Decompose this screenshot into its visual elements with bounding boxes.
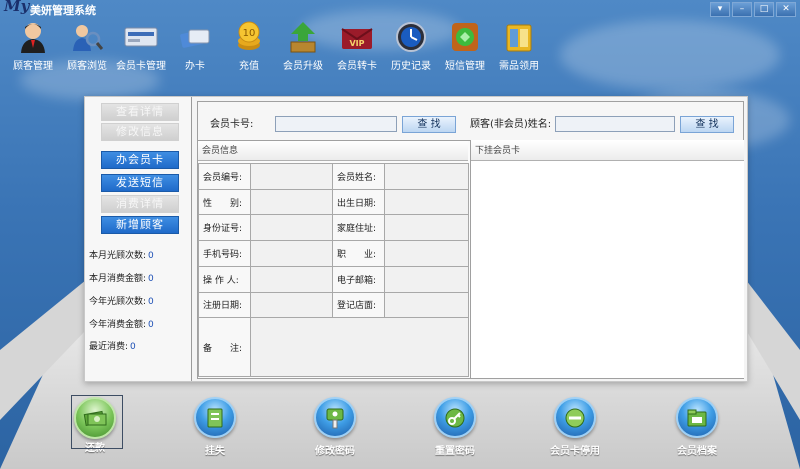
edit-info-button[interactable]: 修改信息: [101, 123, 179, 141]
svg-text:VIP: VIP: [349, 39, 364, 48]
stat-month-spend: 本月消费金额: 0: [89, 274, 154, 284]
report-loss-icon: [194, 397, 236, 438]
browse-icon: [70, 20, 104, 54]
card-icon: [124, 20, 158, 54]
issue-member-card-button[interactable]: 办会员卡: [101, 151, 179, 169]
toolbar-supplies-collection[interactable]: 需品领用: [492, 20, 546, 76]
operator-value: [250, 265, 333, 293]
stat-year-spend: 今年消费金额: 0: [89, 320, 154, 330]
selection-frame: [71, 395, 123, 449]
name-search-button[interactable]: 查 找: [680, 116, 734, 133]
coin-icon: 10: [232, 20, 266, 54]
stat-last-consumption: 最近消费: 0: [89, 342, 136, 352]
toolbar-history[interactable]: 历史记录: [384, 20, 438, 76]
toolbar-member-transfer[interactable]: VIP 会员转卡: [330, 20, 384, 76]
details-area: 会员卡号: 查 找 顾客(非会员)姓名: 查 找 会员信息 会员编号: 会员姓名…: [197, 101, 744, 379]
issue-card-icon: [178, 20, 212, 54]
change-password-button[interactable]: 修改密码: [290, 397, 380, 457]
main-toolbar: 顾客管理 顾客浏览 会员卡管理 办卡 10 充值 会员升级 VIP 会员转卡 历…: [6, 20, 566, 76]
reset-password-button[interactable]: 重置密码: [410, 397, 500, 457]
report-loss-button[interactable]: 挂失: [170, 397, 260, 457]
occupation-value: [384, 240, 469, 267]
toolbar-recharge[interactable]: 10 充值: [222, 20, 276, 76]
member-name-value: [384, 163, 469, 190]
member-card-panel: 查看详情 修改信息 办会员卡 发送短信 消费详情 新增顾客 本月光顾次数: 0 本…: [84, 96, 748, 382]
sub-cards-panel: 下挂会员卡: [470, 140, 744, 378]
menu-dropdown-button[interactable]: ▾: [710, 2, 730, 17]
svg-text:10: 10: [243, 28, 256, 39]
birth-date-value: [384, 188, 469, 216]
card-search-button[interactable]: 查 找: [402, 116, 456, 133]
customer-name-input[interactable]: [555, 116, 675, 132]
close-button[interactable]: ✕: [776, 2, 796, 17]
member-info-header: 会员信息: [198, 141, 468, 161]
register-store-value: [384, 291, 469, 319]
table-row: 备 注:: [198, 317, 469, 377]
view-details-button[interactable]: 查看详情: [101, 103, 179, 121]
app-logo: My: [4, 0, 30, 15]
title-bar: My 美妍管理系统 ▾ – □ ✕: [0, 0, 800, 18]
member-file-icon: [676, 397, 718, 438]
sub-cards-header: 下挂会员卡: [471, 141, 744, 161]
sms-icon: [448, 20, 482, 54]
supplies-icon: [502, 20, 536, 54]
gender-value: [250, 188, 333, 216]
card-number-label: 会员卡号:: [210, 119, 254, 130]
disable-card-button[interactable]: 会员卡停用: [530, 397, 620, 457]
add-customer-button[interactable]: 新增顾客: [101, 216, 179, 234]
upgrade-icon: [286, 20, 320, 54]
member-number-value: [250, 163, 333, 190]
toolbar-customer-browse[interactable]: 顾客浏览: [60, 20, 114, 76]
member-file-button[interactable]: 会员档案: [652, 397, 742, 457]
disable-card-icon: [554, 397, 596, 438]
table-row: 会员编号: 会员姓名:: [198, 163, 469, 190]
stat-month-visits: 本月光顾次数: 0: [89, 251, 154, 261]
toolbar-sms-management[interactable]: 短信管理: [438, 20, 492, 76]
vip-transfer-icon: VIP: [340, 20, 374, 54]
table-row: 身份证号: 家庭住址:: [198, 214, 469, 242]
table-row: 手机号码: 职 业:: [198, 240, 469, 267]
toolbar-member-upgrade[interactable]: 会员升级: [276, 20, 330, 76]
card-number-input[interactable]: [275, 116, 397, 132]
send-sms-button[interactable]: 发送短信: [101, 174, 179, 192]
member-info-table: 会员编号: 会员姓名: 性 别: 出生日期: 身份证号: 家庭住址: 手机号码:: [198, 163, 469, 377]
table-row: 性 别: 出生日期:: [198, 188, 469, 216]
search-bar: 会员卡号: 查 找 顾客(非会员)姓名: 查 找: [198, 102, 743, 141]
customer-icon: [16, 20, 50, 54]
minimize-button[interactable]: –: [732, 2, 752, 17]
toolbar-issue-card[interactable]: 办卡: [168, 20, 222, 76]
remark-value: [250, 317, 469, 377]
stat-year-visits: 今年光顾次数: 0: [89, 297, 154, 307]
customer-name-label: 顾客(非会员)姓名:: [470, 119, 552, 130]
table-row: 注册日期: 登记店面:: [198, 291, 469, 319]
toolbar-customer-management[interactable]: 顾客管理: [6, 20, 60, 76]
register-date-value: [250, 291, 333, 319]
left-action-column: 查看详情 修改信息 办会员卡 发送短信 消费详情 新增顾客 本月光顾次数: 0 本…: [85, 97, 192, 381]
home-address-value: [384, 214, 469, 242]
window-title: 美妍管理系统: [30, 4, 96, 17]
maximize-button[interactable]: □: [754, 2, 774, 17]
history-icon: [394, 20, 428, 54]
window-controls: ▾ – □ ✕: [710, 2, 796, 17]
toolbar-card-management[interactable]: 会员卡管理: [114, 20, 168, 76]
change-password-icon: [314, 397, 356, 438]
email-value: [384, 265, 469, 293]
reset-password-icon: [434, 397, 476, 438]
repay-button[interactable]: 还款: [50, 395, 140, 457]
id-number-value: [250, 214, 333, 242]
table-row: 操 作 人: 电子邮箱:: [198, 265, 469, 293]
consumption-details-button[interactable]: 消费详情: [101, 195, 179, 213]
phone-value: [250, 240, 333, 267]
